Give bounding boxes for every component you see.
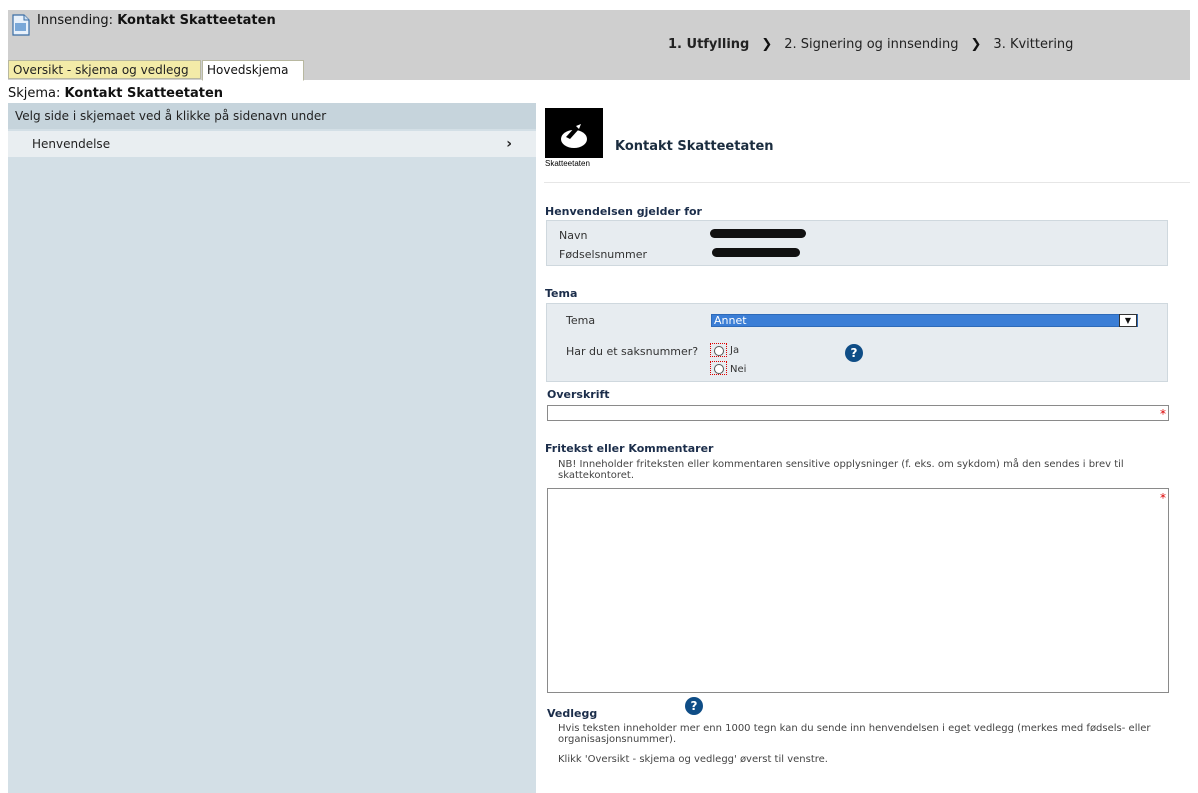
schema-prefix: Skjema:: [8, 86, 65, 101]
help-icon[interactable]: ?: [685, 697, 703, 715]
radio-no-circle: [714, 364, 724, 374]
progress-steps: 1. Utfylling ❯ 2. Signering og innsending ❯…: [668, 37, 1073, 52]
freetext-note: NB! Inneholder friteksten eller kommenta…: [558, 459, 1124, 481]
sidebar-item-label: Henvendelse: [32, 137, 111, 151]
tema-panel: Tema Annet ▼ Har du et saksnummer? Ja Ne…: [546, 303, 1168, 382]
sidebar-item-henvendelse[interactable]: Henvendelse ›: [8, 131, 536, 157]
tema-label: Tema: [566, 314, 596, 327]
help-icon[interactable]: ?: [845, 344, 863, 362]
chevron-down-icon[interactable]: ▼: [1119, 314, 1137, 327]
schema-label: Skjema: Kontakt Skatteetaten: [8, 86, 223, 101]
ssn-label: Fødselsnummer: [559, 248, 647, 261]
ssn-value-redacted: [712, 248, 800, 257]
tema-select[interactable]: Annet: [711, 314, 1138, 327]
chevron-right-icon: ›: [506, 136, 512, 152]
section-person-heading: Henvendelsen gjelder for: [545, 205, 702, 218]
chevron-right-icon: ❯: [970, 37, 982, 52]
logo-mark-icon: [561, 124, 587, 148]
freetext-textarea[interactable]: [547, 488, 1169, 693]
sidebar-heading: Velg side i skjemaet ved å klikke på sid…: [8, 103, 536, 129]
attachment-instruction: Klikk 'Oversikt - skjema og vedlegg' øve…: [558, 754, 828, 765]
heading-input[interactable]: [547, 405, 1169, 421]
tab-overview[interactable]: Oversikt - skjema og vedlegg: [8, 60, 201, 79]
required-mark: *: [1160, 407, 1166, 421]
logo-text: Skatteetaten: [545, 158, 603, 170]
radio-yes[interactable]: [710, 343, 727, 357]
radio-yes-circle: [714, 346, 724, 356]
radio-yes-label: Ja: [730, 345, 740, 356]
chevron-right-icon: ❯: [761, 37, 773, 52]
page-title-name: Kontakt Skatteetaten: [117, 13, 276, 28]
divider: [544, 182, 1190, 183]
section-heading-label: Overskrift: [547, 388, 610, 401]
form-title: Kontakt Skatteetaten: [615, 139, 774, 154]
header-bar: Innsending: Kontakt Skatteetaten 1. Utfy…: [8, 10, 1190, 81]
section-freetext-heading: Fritekst eller Kommentarer: [545, 442, 714, 455]
case-number-label: Har du et saksnummer?: [566, 345, 699, 358]
section-tema-heading: Tema: [545, 287, 578, 300]
name-label: Navn: [559, 229, 588, 242]
name-value-redacted: [710, 229, 806, 238]
step-sign-submit: 2. Signering og innsending: [784, 37, 959, 52]
schema-name: Kontakt Skatteetaten: [64, 86, 224, 101]
document-icon: [12, 14, 30, 36]
step-receipt: 3. Kvittering: [993, 37, 1074, 52]
page-title-prefix: Innsending:: [37, 13, 118, 28]
section-attachment-heading: Vedlegg: [547, 707, 598, 720]
step-fill-in: 1. Utfylling: [668, 37, 750, 52]
radio-no[interactable]: [710, 361, 727, 375]
required-mark: *: [1160, 491, 1166, 505]
radio-no-label: Nei: [730, 364, 747, 375]
person-panel: Navn Fødselsnummer: [546, 220, 1168, 266]
sidebar: Velg side i skjemaet ved å klikke på sid…: [8, 103, 536, 793]
skatteetaten-logo: Skatteetaten: [545, 108, 603, 170]
page-title: Innsending: Kontakt Skatteetaten: [37, 13, 276, 28]
tab-main-form[interactable]: Hovedskjema: [202, 60, 304, 81]
attachment-note: Hvis teksten inneholder mer enn 1000 teg…: [558, 723, 1151, 745]
form-area: Skatteetaten Kontakt Skatteetaten Henven…: [536, 103, 1190, 793]
